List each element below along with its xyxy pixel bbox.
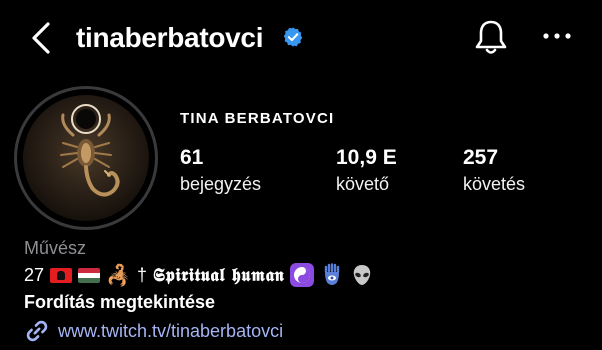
stat-followers[interactable]: 10,9 E követő: [336, 146, 397, 195]
stat-following-label: követés: [463, 174, 526, 194]
stat-following[interactable]: 257 követés: [463, 146, 525, 195]
stat-posts-value: 61: [180, 146, 204, 169]
stat-following-value: 257: [463, 146, 499, 169]
stat-followers-value: 10,9 E: [336, 146, 397, 169]
profile-bio: 27 🦂 † 𝕾𝖕𝖎𝖗𝖎𝖙𝖚𝖆𝖑 𝖍𝖚𝖒𝖆𝖓: [24, 262, 374, 288]
more-horizontal-icon[interactable]: [540, 24, 574, 48]
profile-website-link[interactable]: www.twitch.tv/tinaberbatovci: [24, 318, 283, 344]
bell-icon[interactable]: [474, 18, 508, 56]
verified-badge-icon: [283, 27, 303, 47]
scorpion-artwork: [60, 104, 120, 197]
bio-text: 𝕾𝖕𝖎𝖗𝖎𝖙𝖚𝖆𝖑 𝖍𝖚𝖒𝖆𝖓: [152, 264, 285, 286]
translate-link[interactable]: Fordítás megtekintése: [24, 292, 215, 313]
scorpion-emoji-icon: 🦂: [106, 264, 131, 287]
alien-icon: [354, 265, 371, 285]
profile-username: tinaberbatovci: [76, 22, 264, 53]
website-url[interactable]: www.twitch.tv/tinaberbatovci: [58, 321, 283, 342]
profile-category: Művész: [24, 238, 87, 258]
chevron-left-icon[interactable]: [28, 20, 54, 56]
profile-header: tinaberbatovci: [0, 0, 602, 76]
albania-flag-icon: [50, 267, 73, 283]
bio-age: 27: [24, 264, 45, 285]
avatar[interactable]: [23, 95, 149, 221]
stat-posts[interactable]: 61 bejegyzés: [180, 146, 261, 195]
link-icon: [26, 320, 48, 342]
stat-followers-label: követő: [336, 174, 390, 194]
hungary-flag-icon: [78, 267, 101, 283]
stat-posts-label: bejegyzés: [180, 174, 262, 194]
profile-full-name: TINA BERBATOVCI: [180, 110, 335, 127]
yin-yang-icon: [290, 263, 315, 287]
bio-cross: †: [136, 264, 147, 285]
hamsa-icon: [325, 263, 340, 285]
